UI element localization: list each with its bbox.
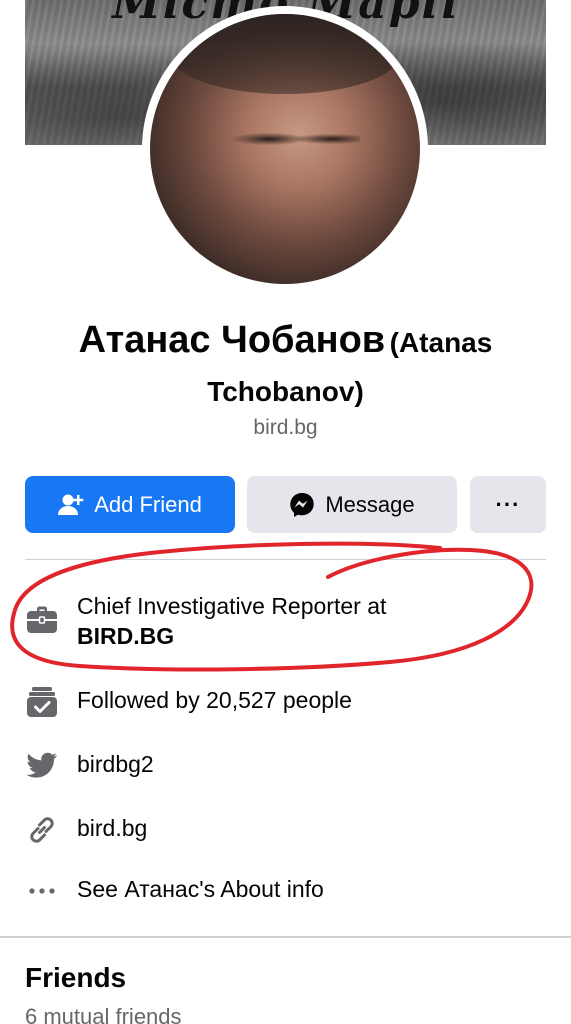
profile-name-main: Атанас Чобанов: [78, 319, 386, 361]
profile-subtitle: bird.bg: [253, 416, 318, 439]
twitter-handle: birdbg2: [77, 751, 154, 777]
add-friend-label: Add Friend: [94, 491, 202, 517]
mutual-friends-count[interactable]: 6 mutual friends: [25, 1004, 182, 1024]
friends-title: Friends: [25, 962, 127, 993]
avatar[interactable]: [150, 14, 420, 284]
add-friend-button[interactable]: Add Friend: [25, 476, 235, 533]
info-website[interactable]: bird.bg: [25, 813, 546, 847]
messenger-icon: [289, 492, 315, 518]
briefcase-icon: [25, 603, 59, 637]
info-followers: Followed by 20,527 people: [25, 685, 546, 719]
message-button[interactable]: Message: [247, 476, 457, 533]
work-text: Chief Investigative Reporter at BIRD.BG: [77, 591, 386, 651]
add-friend-icon: [58, 493, 84, 517]
more-options-button[interactable]: ···: [470, 476, 546, 533]
link-icon: [25, 813, 59, 847]
profile-name: Атанас Чобанов (Atanas Tchobanov): [30, 318, 541, 419]
website-link: bird.bg: [77, 815, 148, 841]
followers-text: Followed by 20,527 people: [77, 687, 352, 713]
profile-page: Місто Марії Атанас Чобанов (Atanas Tchob…: [0, 0, 571, 1024]
info-about[interactable]: See Атанас's About info: [25, 874, 546, 908]
followers-check-icon: [25, 685, 59, 719]
info-twitter[interactable]: birdbg2: [25, 749, 546, 783]
divider: [25, 559, 546, 560]
work-org-link[interactable]: BIRD.BG: [77, 623, 174, 649]
message-label: Message: [325, 491, 415, 517]
section-divider: [0, 936, 571, 938]
work-prefix: Chief Investigative Reporter at: [77, 593, 387, 619]
ellipsis-icon: [25, 874, 59, 908]
twitter-bird-icon: [25, 749, 59, 783]
info-work: Chief Investigative Reporter at BIRD.BG: [25, 591, 546, 651]
about-info-link: See Атанас's About info: [77, 876, 324, 902]
more-options-label: ···: [495, 491, 521, 517]
